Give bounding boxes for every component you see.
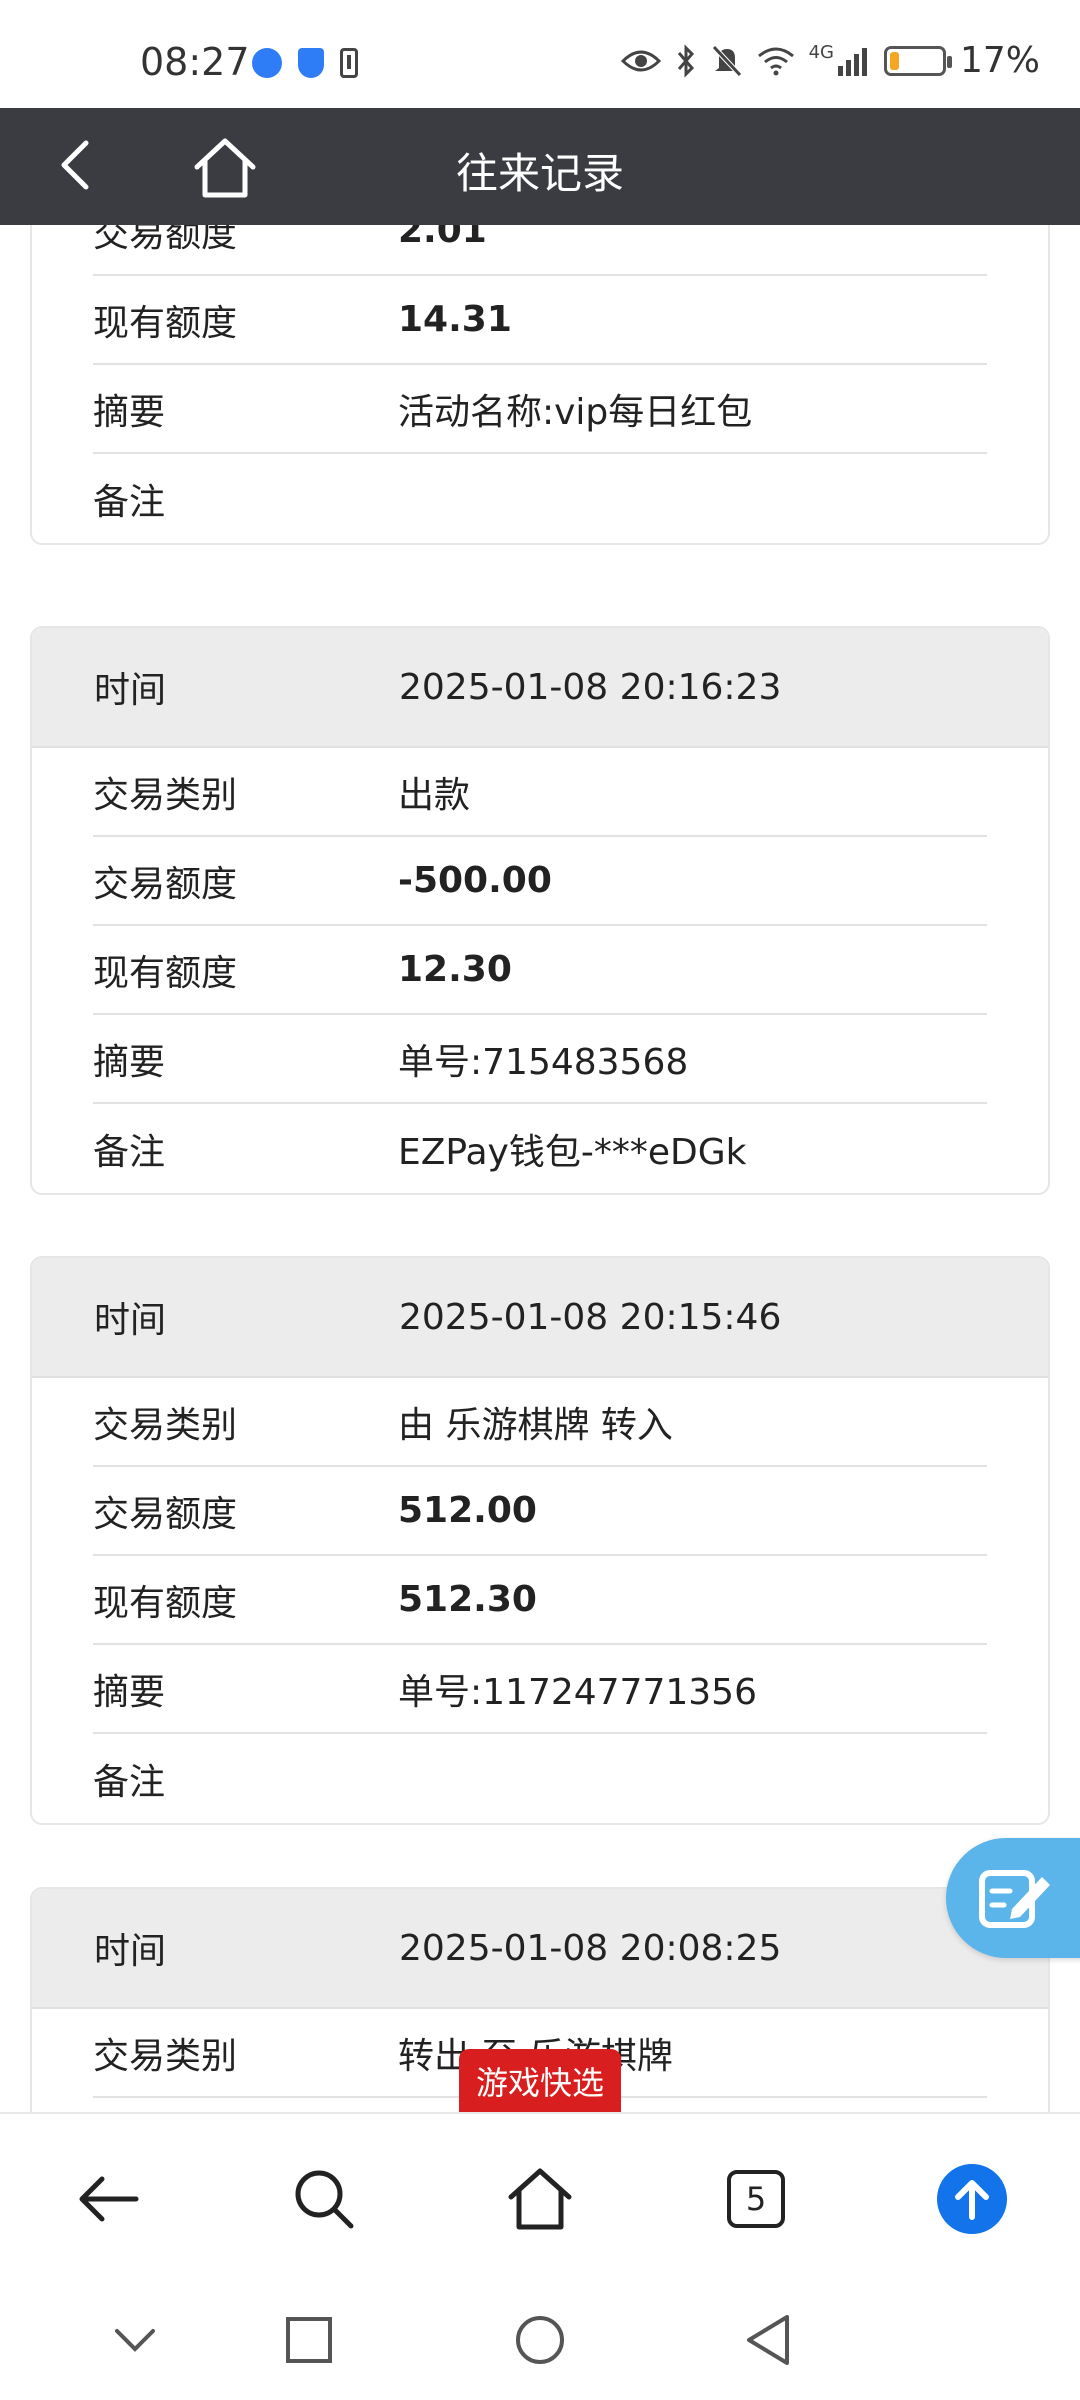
home-circle-icon [516,2316,564,2364]
record-row: 摘要 单号:117247771356 [93,1645,987,1734]
record-row: 交易类别 由 乐游棋牌 转入 [93,1378,987,1467]
time-value: 2025-01-08 20:16:23 [399,666,782,708]
battery-icon [883,45,952,76]
battery-alert-icon [340,48,358,78]
browser-upload-button[interactable] [932,2159,1012,2239]
row-label: 交易额度 [93,225,238,255]
time-label: 时间 [94,1300,167,1341]
record-card: 时间 2025-01-08 20:15:46 交易类别 由 乐游棋牌 转入 交易… [30,1256,1050,1825]
status-right-icons: 4G 17% [620,40,1040,81]
row-label: 备注 [93,1131,166,1173]
search-icon [295,2170,354,2229]
browser-search-button[interactable] [284,2159,364,2239]
edit-note-icon [979,1870,1050,1928]
nav-collapse-button[interactable] [105,2310,165,2370]
chevron-down-icon [115,2329,155,2352]
record-row: 摘要 活动名称:vip每日红包 [93,365,987,454]
row-label: 摘要 [93,391,166,433]
row-value: 512.30 [398,1579,537,1620]
row-value: -500.00 [398,860,552,901]
battery-percent: 17% [959,40,1040,81]
time-label: 时间 [94,670,167,711]
record-row: 现有额度 12.30 [93,926,987,1015]
row-value: 由 乐游棋牌 转入 [398,1404,673,1446]
row-value: 12.30 [398,949,512,990]
row-value: 单号:715483568 [398,1041,689,1083]
record-card: 交易额度 2.01 现有额度 14.31 摘要 活动名称:vip每日红包 备注 [30,225,1050,545]
record-row: 交易额度 -500.00 [93,837,987,926]
wifi-icon [757,47,794,75]
record-row: 备注 EZPay钱包-***eDGk [93,1104,987,1193]
row-label: 交易类别 [93,1404,238,1446]
home-icon [508,2168,572,2230]
back-arrow-icon [79,2176,139,2222]
floating-edit-button[interactable] [946,1838,1080,1958]
eye-icon [620,50,661,71]
row-value: 512.00 [398,1490,537,1531]
time-label: 时间 [94,1931,167,1972]
row-label: 交易额度 [93,863,238,905]
app-header: 往来记录 [0,108,1080,225]
row-value: 单号:117247771356 [398,1671,757,1713]
nav-home-button[interactable] [510,2310,570,2370]
recents-square-icon [286,2317,332,2363]
page-title: 往来记录 [455,149,624,198]
browser-back-button[interactable] [68,2159,148,2239]
record-row: 交易额度 2.01 [93,225,987,276]
row-label: 交易额度 [93,1493,238,1535]
mute-bell-icon [711,44,742,77]
nav-back-button[interactable] [738,2310,798,2370]
record-row: 现有额度 14.31 [93,276,987,365]
shield-icon [298,48,324,78]
network-type: 4G [808,42,834,63]
record-time-header: 时间 2025-01-08 20:16:23 [32,628,1048,748]
row-value: 活动名称:vip每日红包 [398,391,753,433]
record-row: 备注 [93,454,987,543]
browser-circle-icon [252,48,282,78]
battery-level [889,51,899,70]
signal-icon [837,47,867,76]
record-row: 现有额度 512.30 [93,1556,987,1645]
records-list[interactable]: 交易额度 2.01 现有额度 14.31 摘要 活动名称:vip每日红包 备注 … [0,225,1080,2112]
tabs-icon: 5 [727,2170,785,2228]
status-time: 08:27 [140,40,250,84]
system-nav-bar [0,2282,1080,2400]
browser-home-button[interactable] [500,2159,580,2239]
row-value: 2.01 [398,225,487,251]
browser-toolbar: 5 [0,2112,1080,2282]
row-label: 摘要 [93,1041,166,1083]
row-label: 交易类别 [93,774,238,816]
row-value: 14.31 [398,299,512,340]
row-label: 摘要 [93,1671,166,1713]
row-label: 现有额度 [93,1582,238,1624]
record-card: 时间 2025-01-08 20:16:23 交易类别 出款 交易额度 -500… [30,626,1050,1195]
back-triangle-icon [747,2315,789,2365]
nav-recents-button[interactable] [279,2310,339,2370]
game-quick-pick-badge[interactable]: 游戏快选 [459,2049,621,2112]
record-row: 交易额度 512.00 [93,1467,987,1556]
record-time-header: 时间 2025-01-08 20:08:25 [32,1889,1048,2009]
row-label: 交易类别 [93,2035,238,2077]
row-value: 出款 [398,774,471,816]
time-value: 2025-01-08 20:08:25 [399,1927,782,1969]
row-label: 现有额度 [93,302,238,344]
browser-tabs-button[interactable]: 5 [716,2159,796,2239]
upload-icon [937,2164,1007,2234]
row-label: 现有额度 [93,952,238,994]
record-row: 交易类别 出款 [93,748,987,837]
row-label: 备注 [93,1761,166,1803]
record-time-header: 时间 2025-01-08 20:15:46 [32,1258,1048,1378]
record-row: 摘要 单号:715483568 [93,1015,987,1104]
row-label: 备注 [93,481,166,523]
status-left-icons [252,48,358,78]
row-value: EZPay钱包-***eDGk [398,1131,747,1173]
status-bar: 08:27 4G 17% [0,0,1080,108]
time-value: 2025-01-08 20:15:46 [399,1296,782,1338]
record-row: 备注 [93,1734,987,1823]
bluetooth-icon [677,43,694,78]
